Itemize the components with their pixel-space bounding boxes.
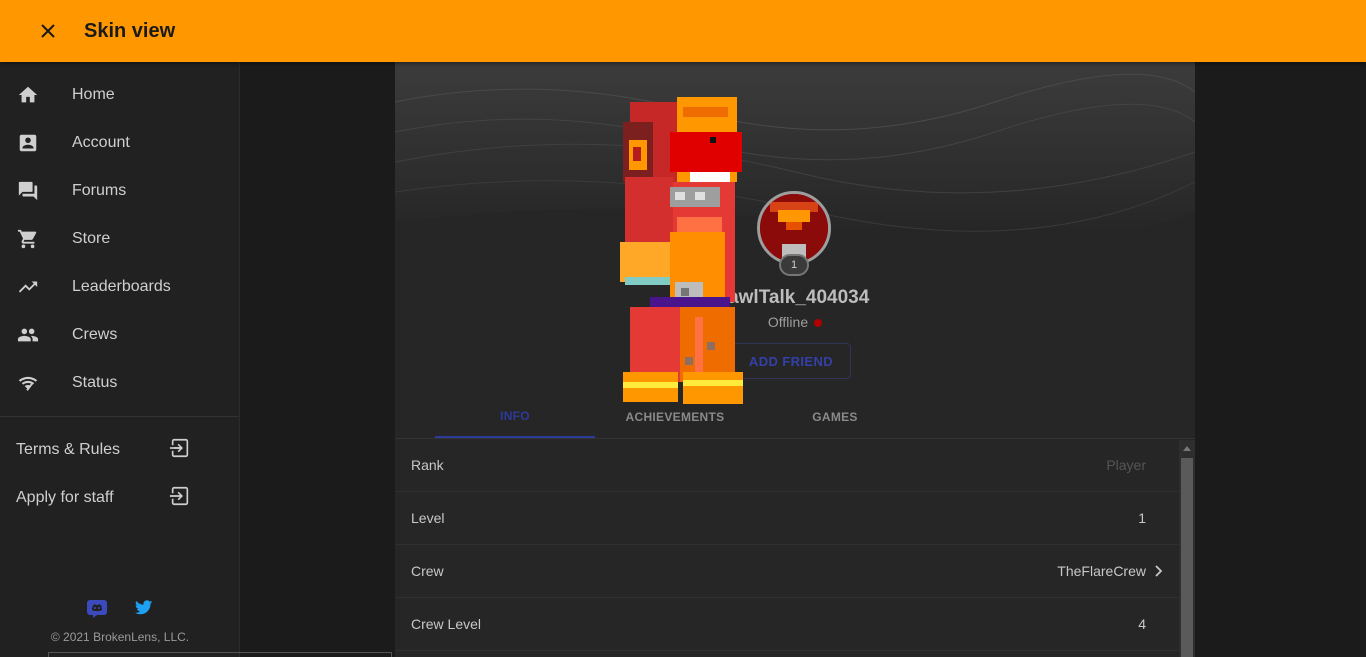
forum-icon xyxy=(16,179,40,203)
sidebar-item-label: Home xyxy=(72,86,115,103)
exit-icon xyxy=(169,485,191,512)
info-value: 4 xyxy=(1138,616,1146,632)
sidebar-item-crews[interactable]: Crews xyxy=(0,311,239,359)
twitter-icon[interactable] xyxy=(135,600,153,623)
sidebar-item-status[interactable]: Status xyxy=(0,359,239,407)
info-value: Player xyxy=(1106,457,1146,473)
signal-icon xyxy=(16,371,40,395)
chevron-right-icon xyxy=(1152,565,1164,577)
exit-icon xyxy=(169,437,191,464)
avatar-wrap: 1 xyxy=(757,191,831,276)
info-key: Level xyxy=(411,510,445,526)
table-row: Crew Level 4 xyxy=(395,598,1179,651)
bottom-bar xyxy=(48,652,392,657)
level-badge: 1 xyxy=(779,254,809,276)
copyright: © 2021 BrokenLens, LLC. xyxy=(50,630,190,644)
info-table: Rank Player Level 1 Crew TheFlareCrew Cr… xyxy=(395,439,1179,651)
sidebar-item-label: Store xyxy=(72,230,111,247)
sidebar-item-label: Crews xyxy=(72,326,118,343)
scrollbar[interactable] xyxy=(1179,440,1195,657)
sidebar-item-label: Forums xyxy=(72,182,127,199)
info-key: Crew Level xyxy=(411,616,482,632)
table-row: Level 1 xyxy=(395,492,1179,545)
people-icon xyxy=(16,323,40,347)
status-text: Offline xyxy=(767,314,809,330)
scroll-thumb[interactable] xyxy=(1181,458,1193,657)
page-title: Skin view xyxy=(84,19,176,42)
sidebar-item-label: Status xyxy=(72,374,118,391)
cart-icon xyxy=(16,227,40,251)
info-value: 1 xyxy=(1138,510,1146,526)
sidebar-item-account[interactable]: Account xyxy=(0,119,239,167)
sidebar-link-label: Terms & Rules xyxy=(16,441,121,458)
account-box-icon xyxy=(16,131,40,155)
sidebar-item-label: Account xyxy=(72,134,130,151)
tab-games[interactable]: GAMES xyxy=(755,396,915,438)
sidebar-link-terms[interactable]: Terms & Rules xyxy=(0,426,239,474)
sidebar-link-label: Apply for staff xyxy=(16,489,114,506)
tab-info[interactable]: INFO xyxy=(435,396,595,438)
sidebar-item-forums[interactable]: Forums xyxy=(0,167,239,215)
info-key: Crew xyxy=(411,563,444,579)
table-row[interactable]: Crew TheFlareCrew xyxy=(395,545,1179,598)
home-icon xyxy=(16,83,40,107)
sidebar-item-leaderboards[interactable]: Leaderboards xyxy=(0,263,239,311)
sidebar-item-home[interactable]: Home xyxy=(0,71,239,119)
social-links xyxy=(0,600,240,623)
sidebar-item-store[interactable]: Store xyxy=(0,215,239,263)
info-key: Rank xyxy=(411,457,444,473)
table-row: Rank Player xyxy=(395,439,1179,492)
profile-card: 1 rawlTalk_404034 Offline ADD FRIEND INF… xyxy=(395,62,1195,657)
discord-icon[interactable] xyxy=(87,600,107,623)
app-bar: Skin view xyxy=(0,0,1366,62)
info-value: TheFlareCrew xyxy=(1057,563,1146,579)
sidebar: Home Account Forums Store Leaderboards C… xyxy=(0,62,240,657)
scroll-up-icon[interactable] xyxy=(1179,440,1195,456)
crew-link[interactable]: TheFlareCrew xyxy=(1057,563,1163,579)
status-dot-icon xyxy=(814,319,823,328)
sidebar-item-label: Leaderboards xyxy=(72,278,171,295)
skin-render[interactable] xyxy=(615,92,750,412)
trending-up-icon xyxy=(16,275,40,299)
close-icon[interactable] xyxy=(36,19,60,43)
sidebar-link-apply-staff[interactable]: Apply for staff xyxy=(0,474,239,522)
